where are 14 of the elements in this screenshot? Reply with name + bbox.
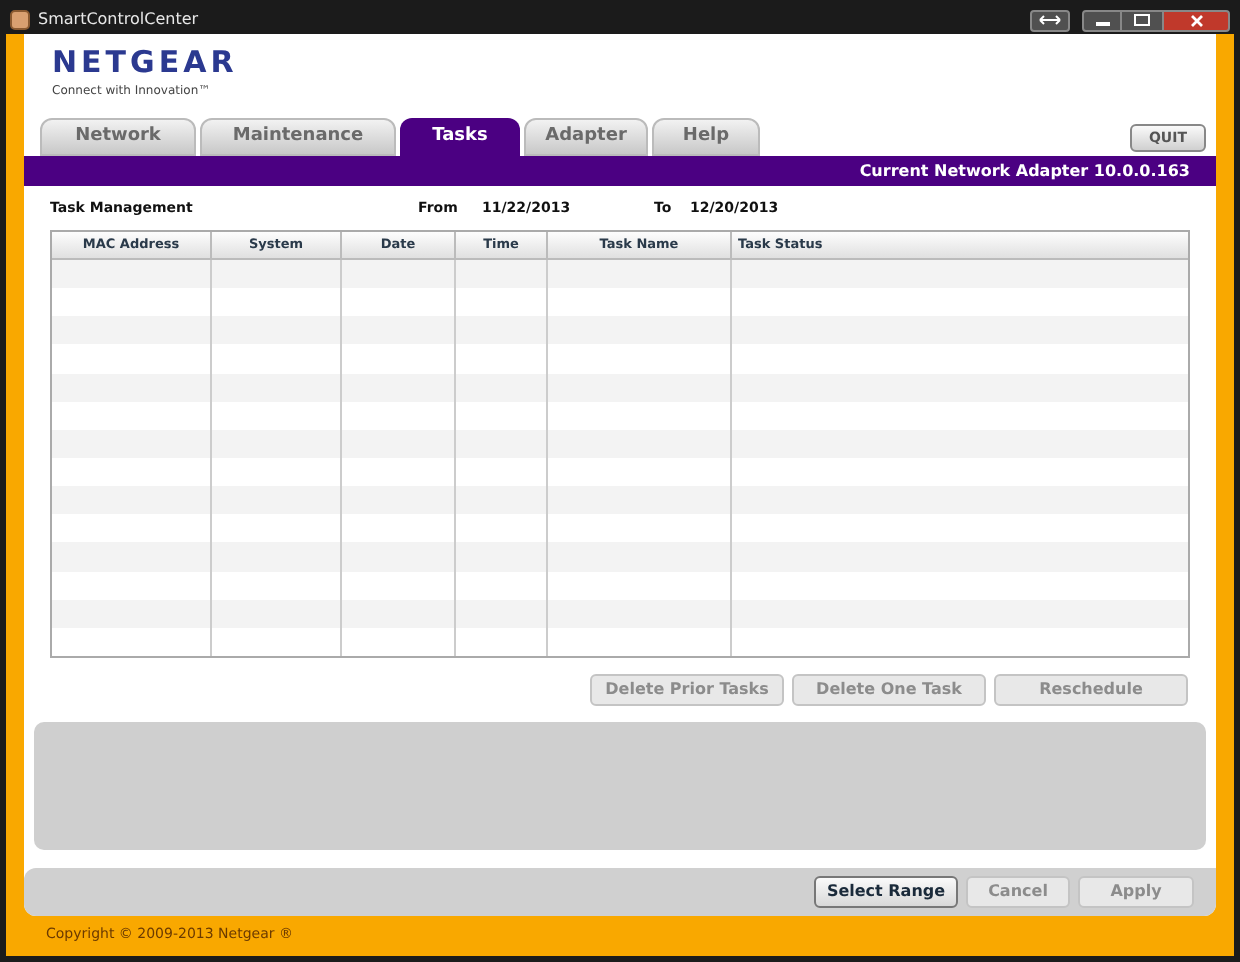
- tab[interactable]: Maintenance: [200, 118, 396, 156]
- app-icon: [10, 10, 30, 30]
- tab[interactable]: Tasks: [400, 118, 520, 156]
- netgear-logo: NETGEAR: [52, 48, 240, 78]
- button[interactable]: Select Range: [814, 876, 958, 908]
- tab[interactable]: Help: [652, 118, 760, 156]
- resize-icon[interactable]: [1030, 9, 1070, 31]
- maximize-icon[interactable]: [1122, 9, 1162, 31]
- close-icon[interactable]: [1162, 9, 1230, 31]
- tab[interactable]: Adapter: [524, 118, 648, 156]
- tab[interactable]: Network: [40, 118, 196, 156]
- window-title: SmartControlCenter: [38, 8, 199, 32]
- minimize-icon[interactable]: [1082, 9, 1122, 31]
- adapter-label: Current Network Adapter 10.0.0.163: [859, 159, 1190, 183]
